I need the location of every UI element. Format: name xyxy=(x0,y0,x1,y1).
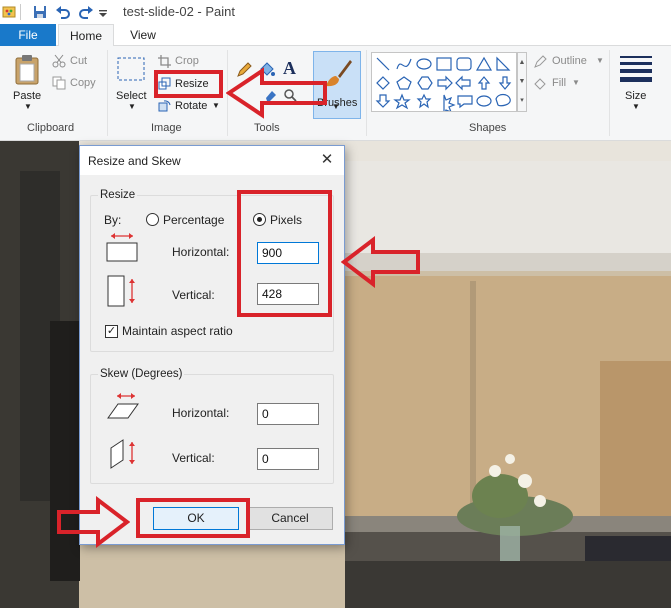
vertical-skew-icon xyxy=(110,439,135,469)
by-label: By: xyxy=(104,213,122,227)
divider xyxy=(366,50,367,136)
group-label-clipboard: Clipboard xyxy=(27,122,75,134)
chevron-down-icon[interactable]: ▼ xyxy=(632,102,640,111)
tab-file[interactable]: File xyxy=(0,24,56,46)
divider xyxy=(107,50,108,136)
chevron-down-icon[interactable]: ▼ xyxy=(128,102,136,111)
dialog-title-bar: Resize and Skew ✕ xyxy=(80,146,344,175)
horizontal-resize-icon xyxy=(106,233,138,262)
copy-button[interactable]: Copy xyxy=(70,77,96,89)
line-size-icon[interactable] xyxy=(620,54,652,82)
annotation-arrow-left-pixels xyxy=(341,236,420,288)
skew-horizontal-input[interactable] xyxy=(257,403,319,425)
annotation-box-ok xyxy=(136,498,250,538)
divider xyxy=(609,50,610,136)
ribbon: Paste ▼ Cut Copy Clipboard Select ▼ Crop… xyxy=(0,46,671,141)
resize-vertical-label: Vertical: xyxy=(172,288,215,302)
shapes-grid-icon[interactable] xyxy=(374,55,514,111)
crop-button[interactable]: Crop xyxy=(175,55,199,67)
skew-vertical-input[interactable] xyxy=(257,448,319,470)
undo-icon[interactable] xyxy=(55,4,71,20)
group-label-image: Image xyxy=(151,122,182,134)
resize-legend: Resize xyxy=(98,189,138,201)
ribbon-tabs: File Home View xyxy=(0,24,671,47)
size-button[interactable]: Size xyxy=(625,90,646,102)
group-label-tools: Tools xyxy=(254,122,280,134)
divider xyxy=(20,4,21,20)
outline-button[interactable]: Outline xyxy=(552,55,587,67)
skew-legend: Skew (Degrees) xyxy=(98,368,185,380)
select-button[interactable]: Select xyxy=(116,90,147,102)
vertical-resize-icon xyxy=(107,275,135,307)
percentage-radio[interactable] xyxy=(146,213,159,226)
maintain-aspect-checkbox[interactable]: ✓ xyxy=(105,325,118,338)
skew-horizontal-label: Horizontal: xyxy=(172,406,230,420)
scissors-icon[interactable] xyxy=(52,54,66,68)
cancel-button[interactable]: Cancel xyxy=(247,507,333,530)
chevron-down-icon[interactable]: ▼ xyxy=(596,56,604,65)
annotation-arrow-right-ok xyxy=(57,496,130,548)
annotation-arrow-left-resize xyxy=(226,67,327,119)
paste-icon[interactable] xyxy=(14,54,40,86)
shapes-gallery[interactable] xyxy=(371,52,517,112)
fill-icon[interactable] xyxy=(533,77,547,91)
crop-icon[interactable] xyxy=(158,55,171,68)
horizontal-skew-icon xyxy=(107,393,139,419)
chevron-down-icon[interactable]: ▼ xyxy=(332,102,340,111)
shapes-scroll[interactable]: ▲ ▼ ▾ xyxy=(517,52,527,112)
paste-button[interactable]: Paste xyxy=(13,90,41,102)
percentage-label[interactable]: Percentage xyxy=(163,213,224,227)
chevron-down-icon[interactable]: ▼ xyxy=(212,101,220,110)
close-icon[interactable]: ✕ xyxy=(316,150,338,170)
annotation-box-pixels xyxy=(237,190,332,317)
select-rectangle-icon[interactable] xyxy=(116,56,146,82)
group-label-shapes: Shapes xyxy=(469,122,507,134)
rotate-button[interactable]: Rotate xyxy=(175,100,207,112)
maintain-aspect-label[interactable]: Maintain aspect ratio xyxy=(122,324,233,338)
title-bar: test-slide-02 - Paint xyxy=(0,0,671,24)
resize-horizontal-label: Horizontal: xyxy=(172,245,230,259)
paint-app-icon xyxy=(2,6,16,18)
redo-icon[interactable] xyxy=(78,4,94,20)
rotate-icon[interactable] xyxy=(158,99,171,112)
chevron-down-icon[interactable]: ▼ xyxy=(24,102,32,111)
chevron-down-icon[interactable]: ▼ xyxy=(572,78,580,87)
dialog-title: Resize and Skew xyxy=(88,154,181,168)
cut-button[interactable]: Cut xyxy=(70,55,87,67)
fill-button[interactable]: Fill xyxy=(552,77,566,89)
save-icon[interactable] xyxy=(32,4,48,20)
tab-home[interactable]: Home xyxy=(58,24,114,47)
skew-vertical-label: Vertical: xyxy=(172,451,215,465)
customize-toolbar-icon[interactable] xyxy=(98,4,108,20)
outline-icon[interactable] xyxy=(533,55,547,69)
window-title: test-slide-02 - Paint xyxy=(123,4,235,19)
annotation-box-resize xyxy=(154,70,223,98)
tab-view[interactable]: View xyxy=(120,24,166,46)
copy-icon[interactable] xyxy=(52,76,66,90)
